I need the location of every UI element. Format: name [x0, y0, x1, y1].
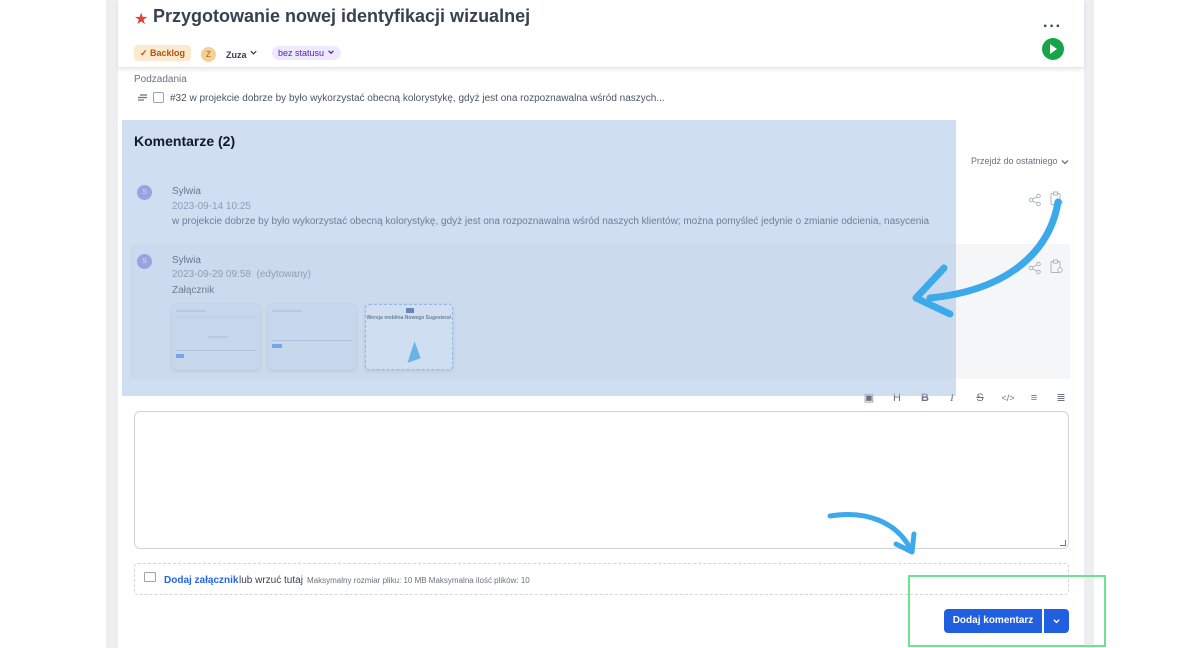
- chevron-down-icon[interactable]: [1060, 157, 1070, 167]
- attachment-thumbnail[interactable]: [172, 304, 260, 370]
- annotation-arrow-icon: [912, 198, 1062, 318]
- left-gutter: [106, 0, 118, 648]
- heading-icon[interactable]: H: [890, 390, 904, 406]
- comment-text: w projekcie dobrze by było wykorzystać o…: [172, 216, 930, 227]
- subtasks-label: Podzadania: [134, 74, 187, 85]
- subtask-item[interactable]: #32 w projekcie dobrze by było wykorzyst…: [170, 93, 665, 104]
- comment-editor[interactable]: [134, 411, 1069, 549]
- right-gutter: [1084, 0, 1094, 648]
- subtask-checkbox[interactable]: [153, 92, 164, 103]
- comment-avatar: S: [137, 254, 152, 269]
- attachment-thumbnail[interactable]: Wersja mobilna Nowego Sugestera!: [365, 304, 453, 370]
- thumbnail-line: [176, 316, 256, 318]
- status-badge[interactable]: ✓ Backlog: [134, 45, 192, 61]
- chevron-down-icon: [327, 50, 334, 55]
- drag-handle-icon[interactable]: [137, 93, 148, 102]
- jump-to-last-link[interactable]: Przejdź do ostatniego: [971, 156, 1058, 166]
- thumbnail-button: [176, 354, 184, 358]
- logo-icon: [406, 308, 414, 313]
- bullet-list-icon[interactable]: ≡: [1027, 390, 1041, 406]
- comment-author: Sylwia: [172, 186, 201, 197]
- numbered-list-icon[interactable]: ≣: [1054, 390, 1068, 406]
- comments-title: Komentarze (2): [134, 133, 236, 149]
- thumbnail-line: [176, 310, 206, 312]
- assignee-chevron-down-icon[interactable]: [249, 48, 258, 57]
- start-timer-play-icon[interactable]: [1042, 38, 1064, 60]
- task-header: ★ Przygotowanie nowej identyfikacji wizu…: [118, 0, 1084, 68]
- resize-handle[interactable]: [1060, 540, 1066, 546]
- thumbnail-button: [272, 344, 282, 348]
- assignee-avatar: Z: [201, 47, 216, 62]
- party-popper-icon: [401, 341, 421, 363]
- comment-date: 2023-09-29 09:58 (edytowany): [172, 269, 311, 280]
- comment-author: Sylwia: [172, 255, 201, 266]
- add-attachment-link[interactable]: Dodaj załącznik: [164, 575, 238, 586]
- thumbnail-line: [208, 336, 228, 338]
- comment-text: Załącznik: [172, 285, 215, 296]
- image-icon[interactable]: ▣: [862, 390, 876, 406]
- annotation-frame: [908, 575, 1106, 647]
- progress-status-badge[interactable]: bez statusu: [272, 46, 341, 60]
- drop-here-text: lub wrzuć tutaj: [239, 575, 303, 586]
- upload-limits-text: Maksymalny rozmiar pliku: 10 MB Maksymal…: [307, 576, 530, 585]
- image-icon: [144, 572, 156, 582]
- bold-icon[interactable]: B: [918, 390, 932, 406]
- task-title[interactable]: Przygotowanie nowej identyfikacji wizual…: [153, 6, 530, 27]
- progress-status-label: bez statusu: [278, 48, 325, 58]
- comment-avatar: S: [137, 185, 152, 200]
- annotation-arrow-icon: [827, 512, 917, 555]
- more-options-icon[interactable]: ···: [1043, 18, 1062, 36]
- thumbnail-line: [272, 310, 302, 312]
- attachment-caption: Wersja mobilna Nowego Sugestera!: [366, 315, 452, 321]
- italic-icon[interactable]: I: [945, 390, 959, 406]
- thumbnail-line: [176, 350, 256, 351]
- favorite-star-icon[interactable]: ★: [134, 9, 148, 29]
- screen: ★ Przygotowanie nowej identyfikacji wizu…: [0, 0, 1200, 648]
- code-icon[interactable]: </>: [998, 390, 1018, 406]
- assignee-name[interactable]: Zuza: [226, 50, 247, 60]
- comment-date: 2023-09-14 10:25: [172, 201, 251, 212]
- attachment-thumbnail[interactable]: [268, 304, 356, 370]
- thumbnail-line: [272, 340, 352, 341]
- strikethrough-icon[interactable]: S: [973, 390, 987, 406]
